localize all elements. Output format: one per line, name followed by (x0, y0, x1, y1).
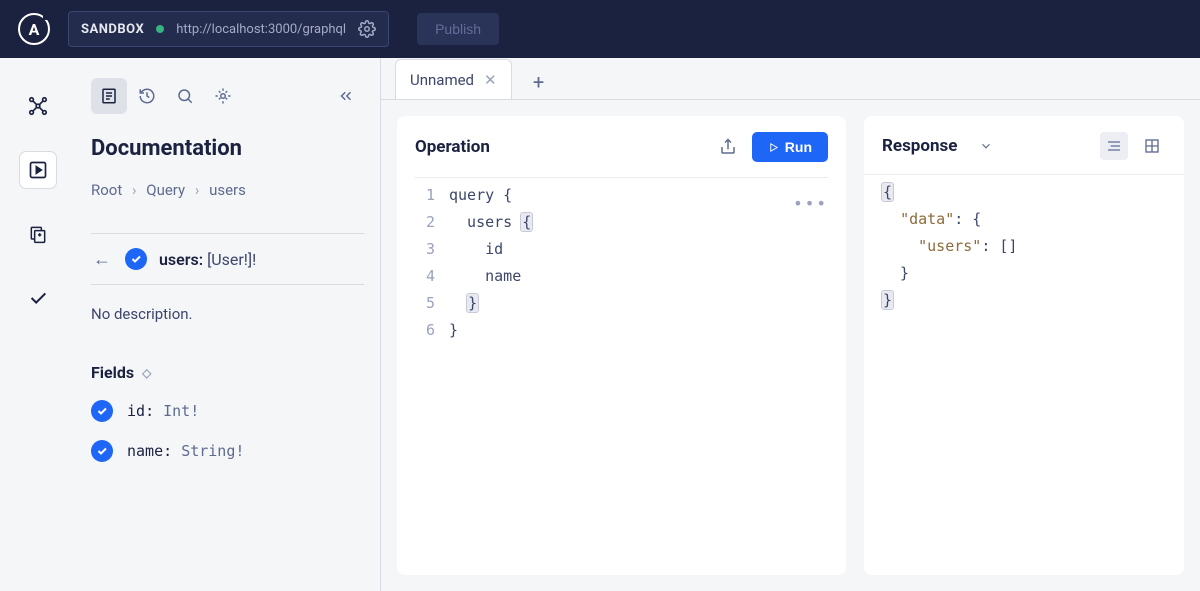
checks-icon[interactable] (20, 280, 56, 316)
share-icon[interactable] (714, 133, 742, 161)
breadcrumb[interactable]: Root › Query › users (91, 181, 364, 199)
operation-editor[interactable]: 123456 ••• query { users { id name }} (415, 177, 828, 348)
crumb-query[interactable]: Query (146, 181, 185, 199)
chevron-right-icon: › (132, 181, 137, 199)
operation-panel: Operation Run 123456 ••• query { users {… (397, 116, 846, 575)
chevron-right-icon: › (195, 181, 200, 199)
history-icon[interactable] (129, 78, 165, 114)
top-bar: A SANDBOX http://localhost:3000/graphql … (0, 0, 1200, 58)
explorer-icon[interactable] (20, 152, 56, 188)
back-arrow-icon[interactable]: ← (91, 249, 113, 270)
field-selected-check-icon[interactable] (91, 400, 113, 422)
schema-graph-icon[interactable] (20, 88, 56, 124)
collapse-panel-icon[interactable] (328, 78, 364, 114)
panel-settings-gear-icon[interactable] (205, 78, 241, 114)
doc-view-icon[interactable] (91, 78, 127, 114)
documentation-panel: Documentation Root › Query › users ← use… (75, 58, 380, 591)
publish-button[interactable]: Publish (417, 13, 499, 45)
status-dot-icon (156, 25, 164, 33)
crumb-users[interactable]: users (209, 181, 246, 199)
field-row[interactable]: name: String! (91, 440, 364, 462)
apollo-logo: A (18, 13, 50, 45)
description-text: No description. (91, 305, 364, 323)
fields-heading: Fields ◇ (91, 363, 364, 382)
operation-tab[interactable]: Unnamed ✕ (395, 59, 512, 99)
left-rail (0, 58, 75, 591)
field-selected-check-icon[interactable] (91, 440, 113, 462)
search-icon[interactable] (167, 78, 203, 114)
sort-icon[interactable]: ◇ (142, 366, 151, 380)
field-selected-check-icon[interactable] (125, 248, 147, 270)
run-button[interactable]: Run (752, 132, 828, 162)
sandbox-label: SANDBOX (81, 22, 144, 37)
type-signature: users: [User!]! (159, 250, 256, 269)
table-view-icon[interactable] (1138, 132, 1166, 160)
tab-label: Unnamed (410, 71, 474, 89)
endpoint-url: http://localhost:3000/graphql (176, 22, 346, 37)
close-tab-icon[interactable]: ✕ (484, 71, 497, 89)
more-options-icon[interactable]: ••• (793, 190, 828, 217)
chevron-down-icon[interactable] (972, 132, 1000, 160)
response-title: Response (882, 136, 962, 156)
diff-icon[interactable] (20, 216, 56, 252)
documentation-title: Documentation (91, 136, 364, 161)
main-area: Unnamed ✕ + Operation Run 123456 (380, 58, 1200, 591)
crumb-root[interactable]: Root (91, 181, 122, 199)
field-row[interactable]: id: Int! (91, 400, 364, 422)
format-icon[interactable] (1100, 132, 1128, 160)
response-body[interactable]: { "data": { "users": [] }} (864, 174, 1184, 318)
sandbox-url-chip[interactable]: SANDBOX http://localhost:3000/graphql (68, 11, 389, 47)
settings-gear-icon[interactable] (358, 20, 376, 38)
new-tab-button[interactable]: + (522, 65, 556, 99)
operation-title: Operation (415, 137, 704, 157)
response-panel: Response { "data": { "users": [] }} (864, 116, 1184, 575)
tab-bar: Unnamed ✕ + (381, 58, 1200, 100)
